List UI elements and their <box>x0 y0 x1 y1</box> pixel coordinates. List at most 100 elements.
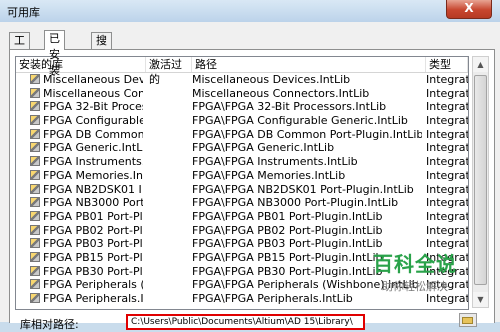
library-name: FPGA PB01 Port-Pl <box>43 209 143 223</box>
table-row[interactable]: FPGA NB2DSK01 I✓FPGA\FPGA NB2DSK01 Port-… <box>16 183 468 197</box>
library-type: Integrated <box>426 114 468 128</box>
library-name-cell: FPGA Peripherals (\ <box>30 278 143 292</box>
library-icon <box>30 142 40 153</box>
table-header: 安装的库 激活过的 路径 类型 <box>16 57 468 86</box>
table-row[interactable]: FPGA Configurable✓FPGA\FPGA Configurable… <box>16 114 468 128</box>
library-type: Integrated <box>426 100 468 114</box>
library-path-label: 库相对路径: <box>20 318 79 331</box>
library-name-cell: FPGA PB30 Port-Pl <box>30 265 143 279</box>
library-name: FPGA PB30 Port-Pl <box>43 264 143 278</box>
library-name: FPGA Peripherals (\ <box>43 278 143 292</box>
watermark: 百科全说 助你轻松解决 <box>367 248 463 294</box>
available-libraries-dialog: 可用库 X 工程 已安装 搜索路径 安装的库 激活过的 路径 类型 Miscel… <box>0 0 500 331</box>
library-name: FPGA PB03 Port-Pl <box>43 237 143 251</box>
table-row[interactable]: FPGA Memories.IntL✓FPGA\FPGA Memories.In… <box>16 169 468 183</box>
library-type: Integrated <box>426 86 468 100</box>
library-icon <box>30 74 40 84</box>
library-path: Miscellaneous Connectors.IntLib <box>192 86 370 100</box>
table-row[interactable]: FPGA Peripherals.In✓FPGA\FPGA Peripheral… <box>16 292 468 306</box>
library-path: FPGA\FPGA Generic.IntLib <box>192 141 335 155</box>
library-name-cell: FPGA Instruments.I <box>30 155 143 169</box>
table-row[interactable]: FPGA NB3000 Port✓FPGA\FPGA NB3000 Port-P… <box>16 196 468 210</box>
table-row[interactable]: FPGA PB01 Port-Pl✓FPGA\FPGA PB01 Port-Pl… <box>16 210 468 224</box>
library-name-cell: Miscellaneous Devic <box>30 73 143 87</box>
library-name: Miscellaneous Conn <box>43 86 143 100</box>
library-name-cell: FPGA PB15 Port-Pl <box>30 251 143 265</box>
browse-folder-button[interactable] <box>459 313 477 327</box>
library-path: Miscellaneous Devices.IntLib <box>192 73 351 86</box>
library-name: FPGA Memories.IntL <box>43 168 143 182</box>
library-icon <box>30 279 40 290</box>
library-icon <box>30 293 40 303</box>
library-name: FPGA DB Common <box>43 127 143 141</box>
library-icon <box>30 197 40 208</box>
library-name-cell: FPGA Peripherals.In <box>30 292 143 306</box>
table-row[interactable]: FPGA DB Common✓FPGA\FPGA DB Common Port-… <box>16 128 468 142</box>
table-row[interactable]: FPGA PB02 Port-Pl✓FPGA\FPGA PB02 Port-Pl… <box>16 224 468 238</box>
library-type: Integrated <box>426 127 468 141</box>
library-icon <box>30 115 40 126</box>
library-icon <box>30 265 40 276</box>
library-name-cell: FPGA PB02 Port-Pl <box>30 224 143 238</box>
library-name-cell: FPGA PB03 Port-Pl <box>30 237 143 251</box>
scroll-up-icon[interactable]: ▲ <box>473 57 488 72</box>
title-bar: 可用库 X <box>0 0 500 22</box>
table-row[interactable]: Miscellaneous Conn✓Miscellaneous Connect… <box>16 87 468 101</box>
library-name: FPGA Peripherals.In <box>43 292 143 305</box>
library-type: Integrated <box>426 209 468 223</box>
close-button[interactable]: X <box>446 0 492 19</box>
column-header-path[interactable]: 路径 <box>192 57 426 72</box>
library-type: Integrated <box>426 292 468 305</box>
library-type: Integrated <box>426 141 468 155</box>
scroll-thumb[interactable] <box>474 75 487 285</box>
library-type: Integrated <box>426 196 468 210</box>
library-type: Integrated <box>426 223 468 237</box>
library-path: FPGA\FPGA 32-Bit Processors.IntLib <box>192 100 387 114</box>
library-icon <box>30 224 40 235</box>
library-path: FPGA\FPGA Memories.IntLib <box>192 168 346 182</box>
column-header-type[interactable]: 类型 <box>426 57 468 72</box>
watermark-subtitle: 助你轻松解决 <box>382 280 448 293</box>
library-icon <box>30 238 40 249</box>
library-name: FPGA NB2DSK01 I <box>43 182 142 196</box>
table-row[interactable]: FPGA 32-Bit Proces✓FPGA\FPGA 32-Bit Proc… <box>16 100 468 114</box>
column-header-activated[interactable]: 激活过的 <box>146 57 192 86</box>
table-row[interactable]: FPGA Instruments.I✓FPGA\FPGA Instruments… <box>16 155 468 169</box>
vertical-scrollbar[interactable]: ▲ ▼ <box>472 56 489 308</box>
tab-project[interactable]: 工程 <box>9 32 30 63</box>
library-name: FPGA PB02 Port-Pl <box>43 223 143 237</box>
library-path: FPGA\FPGA DB Common Port-Plugin.IntLib <box>192 127 422 141</box>
column-header-library[interactable]: 安装的库 <box>16 57 146 72</box>
library-name-cell: FPGA Configurable <box>30 114 143 128</box>
library-path-field[interactable]: C:\Users\Public\Documents\Altium\AD 15\L… <box>126 314 365 330</box>
folder-icon <box>462 317 473 324</box>
library-path: FPGA\FPGA NB2DSK01 Port-Plugin.IntLib <box>192 182 414 196</box>
library-name: FPGA Generic.IntLi <box>43 141 143 155</box>
library-name: FPGA 32-Bit Proces <box>43 100 143 114</box>
library-name-cell: FPGA 32-Bit Proces <box>30 100 143 114</box>
library-name-cell: Miscellaneous Conn <box>30 87 143 101</box>
table-row[interactable]: FPGA Generic.IntLi✓FPGA\FPGA Generic.Int… <box>16 141 468 155</box>
watermark-title: 百科全说 <box>373 252 457 276</box>
library-type: Integrated <box>426 73 468 86</box>
library-icon <box>30 183 40 194</box>
library-icon <box>30 87 40 98</box>
library-path: FPGA\FPGA Peripherals.IntLib <box>192 292 353 305</box>
library-path: FPGA\FPGA Instruments.IntLib <box>192 155 358 169</box>
library-icon <box>30 156 40 167</box>
library-icon <box>30 210 40 221</box>
tab-search-path[interactable]: 搜索路径 <box>91 32 112 95</box>
library-type: Integrated <box>426 182 468 196</box>
table-row[interactable]: Miscellaneous Devic✓Miscellaneous Device… <box>16 73 468 87</box>
library-path: FPGA\FPGA NB3000 Port-Plugin.IntLib <box>192 196 399 210</box>
library-icon <box>30 169 40 180</box>
library-name-cell: FPGA NB3000 Port <box>30 196 143 210</box>
library-name-cell: FPGA DB Common <box>30 128 143 142</box>
library-name: FPGA Instruments.I <box>43 155 143 169</box>
library-name: FPGA NB3000 Port <box>43 196 143 210</box>
library-name-cell: FPGA NB2DSK01 I <box>30 183 143 197</box>
scroll-down-icon[interactable]: ▼ <box>473 292 488 307</box>
library-path: FPGA\FPGA PB01 Port-Plugin.IntLib <box>192 209 383 223</box>
library-name: FPGA PB15 Port-Pl <box>43 250 143 264</box>
tab-installed[interactable]: 已安装 <box>44 30 65 77</box>
